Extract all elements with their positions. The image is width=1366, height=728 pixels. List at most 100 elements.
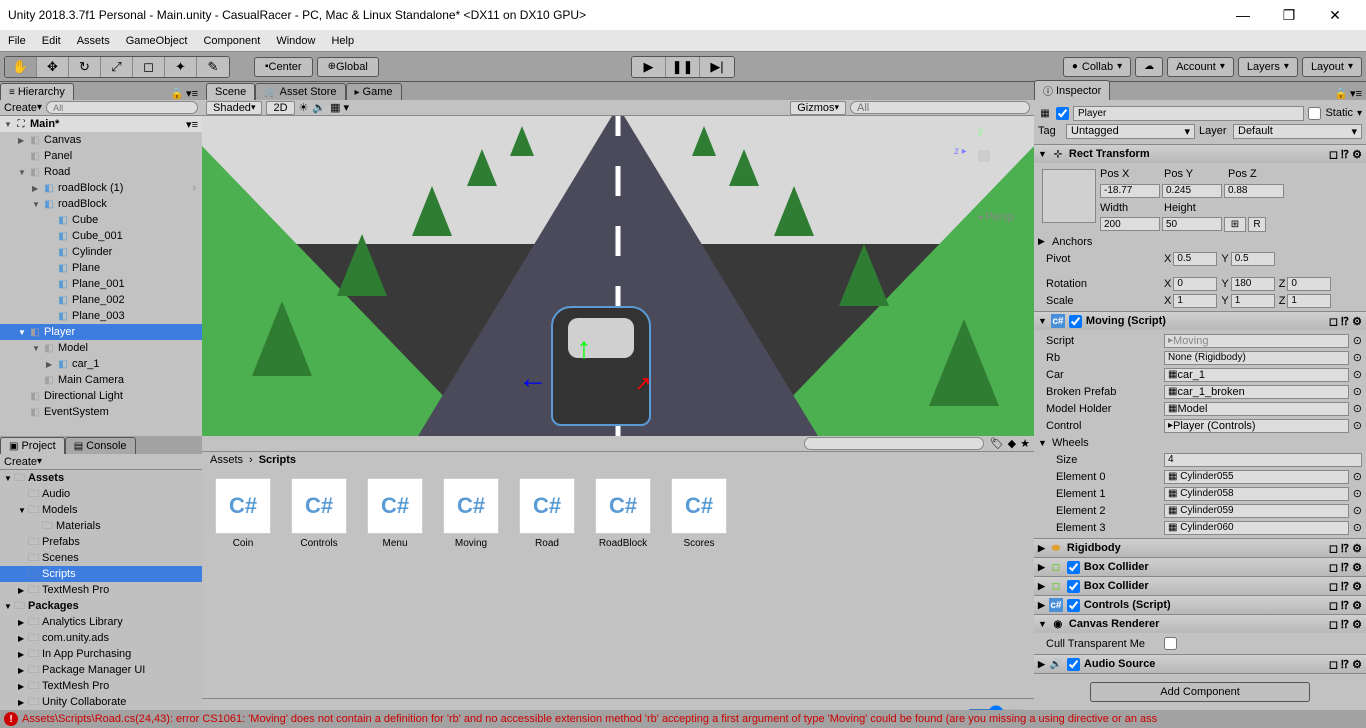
scene-search-input[interactable] bbox=[850, 101, 1030, 114]
project-breadcrumb[interactable]: Assets › Scripts bbox=[202, 452, 1034, 468]
project-tab[interactable]: ▣ Project bbox=[0, 437, 65, 454]
gizmo-z-axis[interactable]: ← bbox=[518, 362, 548, 396]
pause-button[interactable]: ❚❚ bbox=[666, 57, 700, 77]
menu-edit[interactable]: Edit bbox=[42, 35, 61, 47]
hierarchy-item[interactable]: ▼◧Road bbox=[0, 164, 202, 180]
asset-store-tab[interactable]: 🛒 Asset Store bbox=[255, 83, 345, 100]
cull-transparent-checkbox[interactable] bbox=[1164, 637, 1177, 650]
move-tool[interactable]: ✥ bbox=[37, 57, 69, 77]
layers-button[interactable]: Layers ▾ bbox=[1238, 57, 1298, 77]
rot-x-input[interactable] bbox=[1173, 277, 1217, 291]
scene-fx-toggle[interactable]: ▦ ▾ bbox=[330, 101, 349, 114]
asset-item[interactable]: C#Menu bbox=[364, 478, 426, 549]
layer-dropdown[interactable]: Default ▾ bbox=[1233, 124, 1362, 139]
play-button[interactable]: ▶ bbox=[632, 57, 666, 77]
menu-assets[interactable]: Assets bbox=[77, 35, 110, 47]
gameobject-active-checkbox[interactable] bbox=[1056, 107, 1069, 120]
pivot-rotation-button[interactable]: ⊕ Global bbox=[317, 57, 379, 77]
scene-menu-icon[interactable]: ▾≡ bbox=[186, 118, 202, 131]
menu-help[interactable]: Help bbox=[331, 35, 354, 47]
hierarchy-item[interactable]: ◧Plane_001 bbox=[0, 276, 202, 292]
scale-z-input[interactable] bbox=[1287, 294, 1331, 308]
box-collider-header-1[interactable]: ▶◻Box Collider◻ ⁉ ⚙ bbox=[1034, 558, 1366, 576]
blueprint-mode-button[interactable]: ⊞ bbox=[1224, 217, 1246, 232]
hierarchy-item[interactable]: ▶◧car_1 bbox=[0, 356, 202, 372]
scene-orientation-gizmo[interactable]: y z ▸ bbox=[954, 126, 1014, 186]
posz-input[interactable] bbox=[1224, 184, 1284, 198]
model-holder-field[interactable]: ▦ Model bbox=[1164, 402, 1349, 416]
hand-tool[interactable]: ✋ bbox=[5, 57, 37, 77]
hierarchy-tab[interactable]: ≡ Hierarchy bbox=[0, 83, 74, 100]
hierarchy-item[interactable]: ▼◧roadBlock bbox=[0, 196, 202, 212]
panel-menu-icon[interactable]: ▾≡ bbox=[186, 87, 198, 100]
transform-tool[interactable]: ✦ bbox=[165, 57, 197, 77]
project-create-button[interactable]: Create bbox=[4, 456, 37, 468]
scale-x-input[interactable] bbox=[1173, 294, 1217, 308]
scene-view[interactable]: ↑ ← ↗ y z ▸ ◂ Persp bbox=[202, 116, 1034, 436]
project-asset-grid[interactable]: C#CoinC#ControlsC#MenuC#MovingC#RoadC#Ro… bbox=[202, 468, 1034, 698]
script-field[interactable]: ▸ Moving bbox=[1164, 334, 1349, 348]
audio-source-header[interactable]: ▶🔊Audio Source◻ ⁉ ⚙ bbox=[1034, 655, 1366, 673]
status-error-bar[interactable]: ! Assets\Scripts\Road.cs(24,43): error C… bbox=[0, 710, 1366, 728]
canvas-renderer-header[interactable]: ▼◉Canvas Renderer◻ ⁉ ⚙ bbox=[1034, 615, 1366, 633]
scene-2d-toggle[interactable]: 2D bbox=[266, 101, 294, 115]
hierarchy-create-button[interactable]: Create bbox=[4, 102, 37, 114]
scale-y-input[interactable] bbox=[1231, 294, 1275, 308]
scene-shading-dropdown[interactable]: Shaded ▾ bbox=[206, 101, 262, 115]
scene-tab[interactable]: Scene bbox=[206, 83, 255, 100]
hierarchy-item[interactable]: ◧Cylinder bbox=[0, 244, 202, 260]
rect-tool[interactable]: ◻ bbox=[133, 57, 165, 77]
hierarchy-item[interactable]: ▼◧Player bbox=[0, 324, 202, 340]
project-search-input[interactable] bbox=[804, 437, 984, 450]
asset-item[interactable]: C#Coin bbox=[212, 478, 274, 549]
layout-button[interactable]: Layout ▾ bbox=[1302, 57, 1362, 77]
width-input[interactable] bbox=[1100, 217, 1160, 231]
search-save-icon[interactable]: ★ bbox=[1020, 437, 1030, 450]
asset-item[interactable]: C#Road bbox=[516, 478, 578, 549]
asset-item[interactable]: C#Scores bbox=[668, 478, 730, 549]
control-field[interactable]: ▸ Player (Controls) bbox=[1164, 419, 1349, 433]
menu-component[interactable]: Component bbox=[203, 35, 260, 47]
raw-edit-button[interactable]: R bbox=[1248, 217, 1266, 232]
game-tab[interactable]: ▸ Game bbox=[346, 83, 402, 100]
wheel-element-field[interactable]: ▦ Cylinder059 bbox=[1164, 504, 1349, 518]
moving-script-header[interactable]: ▼c# Moving (Script) ◻ ⁉ ⚙ bbox=[1034, 312, 1366, 330]
scene-gizmos-dropdown[interactable]: Gizmos ▾ bbox=[790, 101, 846, 115]
asset-item[interactable]: C#Moving bbox=[440, 478, 502, 549]
posy-input[interactable] bbox=[1162, 184, 1222, 198]
menu-file[interactable]: File bbox=[8, 35, 26, 47]
car-field[interactable]: ▦ car_1 bbox=[1164, 368, 1349, 382]
scene-player-car[interactable] bbox=[551, 306, 651, 426]
wheel-element-field[interactable]: ▦ Cylinder058 bbox=[1164, 487, 1349, 501]
hierarchy-item[interactable]: ◧Cube_001 bbox=[0, 228, 202, 244]
scene-audio-toggle[interactable]: 🔊 bbox=[312, 101, 326, 114]
project-folder[interactable]: ▶🗀TextMesh Pro bbox=[0, 582, 202, 598]
gizmo-y-axis[interactable]: ↑ bbox=[576, 332, 591, 366]
close-button[interactable]: ✕ bbox=[1312, 0, 1358, 30]
hierarchy-item[interactable]: ◧EventSystem bbox=[0, 404, 202, 420]
search-filter-icon[interactable]: 🏷 bbox=[990, 437, 1004, 450]
wheel-element-field[interactable]: ▦ Cylinder060 bbox=[1164, 521, 1349, 535]
scene-light-toggle[interactable]: ☀ bbox=[299, 101, 309, 114]
project-folder-tree[interactable]: ▼🗀Assets🗀Audio▼🗀Models🗀Materials🗀Prefabs… bbox=[0, 470, 202, 726]
hierarchy-item[interactable]: ◧Directional Light bbox=[0, 388, 202, 404]
project-folder[interactable]: ▼🗀Models bbox=[0, 502, 202, 518]
hierarchy-item[interactable]: ◧Plane_003 bbox=[0, 308, 202, 324]
panel-lock-icon[interactable]: 🔒 bbox=[170, 87, 184, 100]
menu-window[interactable]: Window bbox=[276, 35, 315, 47]
gizmo-x-axis[interactable]: ↗ bbox=[635, 371, 652, 396]
pivot-x-input[interactable] bbox=[1173, 252, 1217, 266]
asset-item[interactable]: C#Controls bbox=[288, 478, 350, 549]
hierarchy-item[interactable]: ◧Main Camera bbox=[0, 372, 202, 388]
wheel-element-field[interactable]: ▦ Cylinder055 bbox=[1164, 470, 1349, 484]
pivot-mode-button[interactable]: ▪ Center bbox=[254, 57, 313, 77]
height-input[interactable] bbox=[1162, 217, 1222, 231]
tag-dropdown[interactable]: Untagged ▾ bbox=[1066, 124, 1195, 139]
custom-tool[interactable]: ✎ bbox=[197, 57, 229, 77]
static-checkbox[interactable] bbox=[1308, 107, 1321, 120]
hierarchy-item[interactable]: ◧Panel bbox=[0, 148, 202, 164]
hierarchy-scene-root[interactable]: ▼⛶Main* ▾≡ bbox=[0, 116, 202, 132]
add-component-button[interactable]: Add Component bbox=[1090, 682, 1310, 702]
hierarchy-search-input[interactable] bbox=[46, 101, 198, 114]
collab-button[interactable]: ● Collab ▾ bbox=[1063, 57, 1131, 77]
